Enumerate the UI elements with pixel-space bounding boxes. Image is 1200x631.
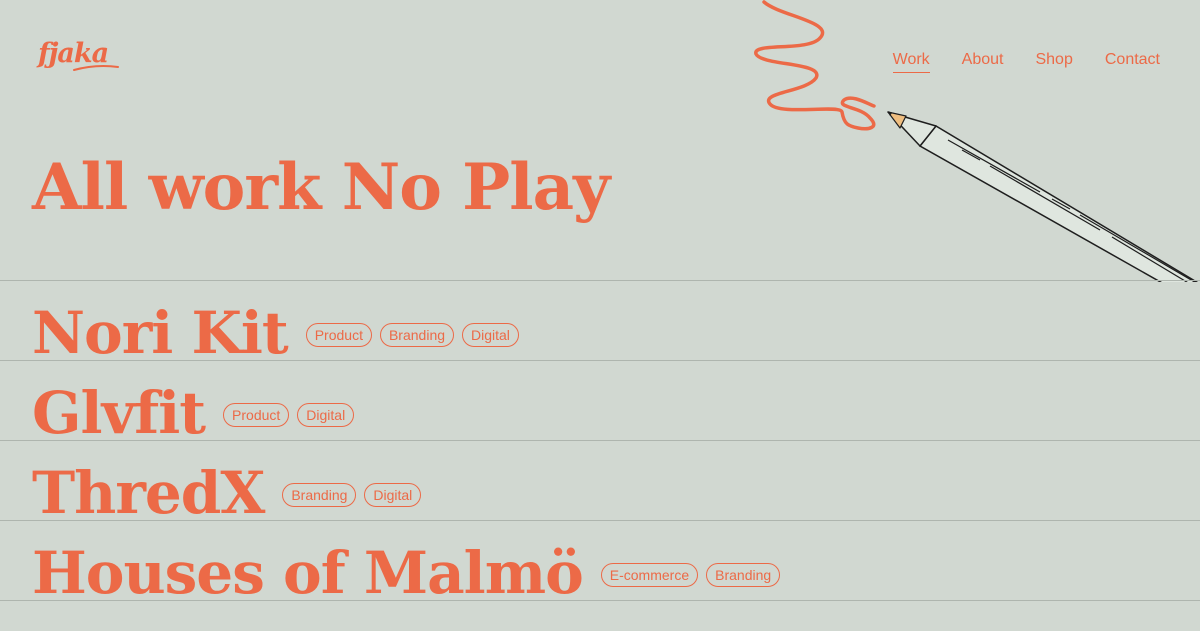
nav-shop[interactable]: Shop — [1035, 50, 1072, 73]
logo-swoosh-icon — [73, 65, 119, 71]
tag-branding[interactable]: Branding — [706, 563, 781, 587]
logo[interactable]: fjaka — [38, 38, 122, 74]
project-name: ThredX — [32, 459, 265, 527]
project-tags: Product Branding Digital — [305, 323, 519, 347]
project-tags: Product Digital — [223, 403, 355, 427]
tag-branding[interactable]: Branding — [282, 483, 357, 507]
nav-contact[interactable]: Contact — [1105, 50, 1160, 73]
project-item-houses-of-malmo[interactable]: Houses of Malmö E-commerce Branding — [32, 538, 781, 618]
divider — [0, 280, 1200, 281]
tag-e-commerce[interactable]: E-commerce — [600, 563, 699, 587]
project-name: Glvfit — [32, 379, 206, 447]
tag-digital[interactable]: Digital — [297, 403, 355, 427]
tag-product[interactable]: Product — [305, 323, 372, 347]
project-tags: E-commerce Branding — [600, 563, 781, 587]
project-item-thredx[interactable]: ThredX Branding Digital — [32, 458, 422, 538]
nav-work[interactable]: Work — [892, 50, 930, 73]
project-item-nori-kit[interactable]: Nori Kit Product Branding Digital — [32, 298, 519, 378]
pencil-scribble-icon — [754, 0, 1199, 282]
main-nav: Work About Shop Contact — [892, 50, 1160, 73]
page-title: All work No Play — [32, 150, 610, 225]
tag-product[interactable]: Product — [223, 403, 290, 427]
nav-about[interactable]: About — [962, 50, 1004, 73]
project-name: Nori Kit — [32, 299, 289, 367]
tag-digital[interactable]: Digital — [462, 323, 519, 347]
tag-branding[interactable]: Branding — [379, 323, 455, 347]
project-name: Houses of Malmö — [32, 539, 584, 607]
project-tags: Branding Digital — [282, 483, 422, 507]
tag-digital[interactable]: Digital — [364, 483, 422, 507]
project-item-glvfit[interactable]: Glvfit Product Digital — [32, 378, 355, 458]
